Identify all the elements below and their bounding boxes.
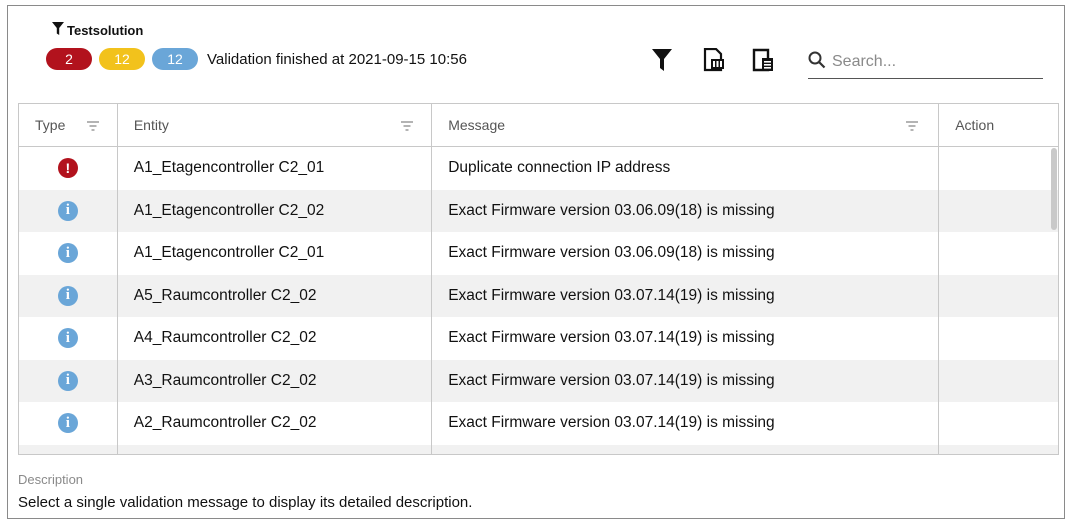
cell-type: i (19, 317, 118, 360)
cell-action (939, 232, 1058, 275)
search-input[interactable] (830, 52, 1034, 72)
search-box[interactable] (808, 46, 1043, 79)
warning-count-badge[interactable]: 12 (99, 48, 145, 70)
export-file-icon[interactable] (702, 48, 726, 72)
table-cell (939, 445, 1058, 455)
cell-action (939, 402, 1058, 445)
column-header-message[interactable]: Message (432, 104, 940, 146)
cell-entity: A1_Etagencontroller C2_02 (118, 189, 433, 232)
info-icon: i (57, 243, 78, 264)
info-icon: i (57, 200, 78, 221)
description-text: Select a single validation message to di… (18, 494, 473, 511)
cell-type: i (19, 359, 118, 402)
validation-table: Type Entity Message Action ! A1_Etagencon… (18, 103, 1059, 455)
error-count-badge[interactable]: 2 (46, 48, 92, 70)
panel-title: Testsolution (52, 22, 143, 38)
table-header: Type Entity Message Action (19, 104, 1058, 147)
info-icon: i (57, 370, 78, 391)
column-filter-icon[interactable] (400, 118, 413, 134)
column-filter-icon[interactable] (906, 118, 919, 134)
filter-funnel-icon (52, 22, 64, 38)
cell-message: Exact Firmware version 03.07.14(19) is m… (432, 274, 940, 317)
cell-action (939, 147, 1058, 190)
table-row[interactable]: i A4_Raumcontroller C2_02 Exact Firmware v… (19, 317, 1058, 360)
table-cell (432, 444, 940, 454)
cell-entity: A3_Raumcontroller C2_02 (118, 359, 433, 402)
cell-entity: A1_Etagencontroller C2_01 (118, 232, 433, 275)
table-row[interactable] (19, 444, 1058, 455)
cell-message: Exact Firmware version 03.07.14(19) is m… (432, 359, 940, 402)
cell-action (939, 190, 1058, 233)
table-row[interactable]: ! A1_Etagencontroller C2_01 Duplicate conn… (19, 147, 1058, 190)
cell-action (939, 275, 1058, 318)
table-row[interactable]: i A3_Raumcontroller C2_02 Exact Firmware v… (19, 359, 1058, 403)
cell-message: Exact Firmware version 03.07.14(19) is m… (432, 317, 940, 360)
cell-type: i (19, 189, 118, 232)
cell-entity: A5_Raumcontroller C2_02 (118, 274, 433, 317)
cell-message: Exact Firmware version 03.07.14(19) is m… (432, 402, 940, 445)
validation-summary: 2 12 12 Validation finished at 2021-09-1… (46, 48, 467, 70)
error-icon: ! (57, 158, 78, 179)
table-row[interactable]: i A1_Etagencontroller C2_01 Exact Firmware… (19, 232, 1058, 275)
cell-entity: A2_Raumcontroller C2_02 (118, 402, 433, 445)
description-label: Description (18, 472, 84, 487)
table-cell (118, 444, 433, 454)
cell-entity: A4_Raumcontroller C2_02 (118, 317, 433, 360)
cell-message: Duplicate connection IP address (432, 147, 940, 190)
cell-action (939, 317, 1058, 360)
table-row[interactable]: i A1_Etagencontroller C2_02 Exact Firmware… (19, 189, 1058, 233)
cell-type: i (19, 402, 118, 445)
column-header-action: Action (955, 117, 995, 133)
filter-icon[interactable] (650, 48, 674, 72)
cell-type: ! (19, 147, 118, 190)
column-header-type[interactable]: Type (19, 104, 118, 146)
table-cell (19, 444, 118, 454)
cell-type: i (19, 232, 118, 275)
table-scrollbar[interactable] (1051, 148, 1057, 230)
cell-action (939, 360, 1058, 403)
info-icon: i (57, 285, 78, 306)
cell-entity: A1_Etagencontroller C2_01 (118, 147, 433, 190)
info-count-badge[interactable]: 12 (152, 48, 198, 70)
panel-title-text: Testsolution (67, 22, 144, 38)
cell-message: Exact Firmware version 03.06.09(18) is m… (432, 232, 940, 275)
validation-status-text: Validation finished at 2021-09-15 10:56 (207, 50, 467, 68)
column-filter-icon[interactable] (87, 118, 99, 134)
table-row[interactable]: i A2_Raumcontroller C2_02 Exact Firmware v… (19, 402, 1058, 445)
table-row[interactable]: i A5_Raumcontroller C2_02 Exact Firmware v… (19, 274, 1058, 318)
search-icon[interactable] (808, 51, 826, 74)
info-icon: i (57, 413, 78, 434)
document-list-icon[interactable] (751, 48, 775, 72)
info-icon: i (57, 328, 78, 349)
cell-type: i (19, 274, 118, 317)
cell-message: Exact Firmware version 03.06.09(18) is m… (432, 189, 940, 232)
table-body: ! A1_Etagencontroller C2_01 Duplicate conn… (19, 147, 1058, 455)
column-header-entity[interactable]: Entity (118, 104, 433, 146)
